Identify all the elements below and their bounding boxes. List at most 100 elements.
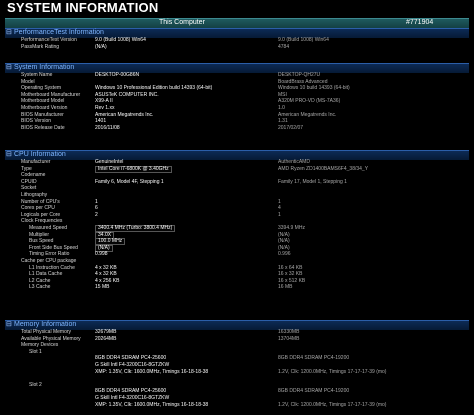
- info-row: System Name DESKTOP-00G86N DESKTOP-QH27U: [5, 72, 469, 79]
- section-pt: ⊟ PerformanceTest Information PerformanceT…: [5, 28, 469, 50]
- row-label: Timing Error Ratio: [29, 251, 70, 258]
- row-label: Bus Speed: [29, 238, 54, 245]
- row-label: Codename: [21, 172, 46, 179]
- value-baseline: 16 MB: [278, 284, 293, 291]
- row-label: Slot 1: [29, 348, 42, 355]
- section-header-cpu[interactable]: ⊟ CPU Information: [5, 150, 469, 160]
- row-label: Slot 2: [29, 381, 42, 388]
- value-baseline: American Megatrends Inc.: [278, 111, 337, 118]
- value-baseline: 16 x 512 KB: [278, 277, 306, 284]
- section-header-sys[interactable]: ⊟ System Information: [5, 63, 469, 73]
- info-row: Measured Speed 3400.4 MHz (Turbo: 3800.4 …: [5, 224, 469, 232]
- row-label: Front Side Bus Speed: [29, 244, 78, 251]
- section-mem: ⊟ Memory Information Total Physical Memory…: [5, 320, 469, 415]
- value-baseline: AMD Ryzen ZD1400BAMS6F4_38/34_Y: [278, 165, 369, 172]
- info-row: Clock Frequencies: [5, 218, 469, 225]
- value-this-computer: 4 x 32 KB: [95, 271, 117, 278]
- value-baseline: MSI: [278, 91, 287, 98]
- row-label: Clock Frequencies: [21, 218, 63, 225]
- collapse-toggle-icon[interactable]: ⊟: [6, 320, 12, 329]
- value-baseline: DESKTOP-QH27U: [278, 72, 321, 78]
- section-header-mem[interactable]: ⊟ Memory Information: [5, 320, 469, 330]
- info-row: 8GB DDR4 SDRAM PC4-25600 8GB DDR4 SDRAM P…: [5, 388, 469, 395]
- info-row: Available Physical Memory 20264MB 13704MB: [5, 336, 469, 343]
- info-row: Lithography: [5, 192, 469, 199]
- collapse-toggle-icon[interactable]: ⊟: [6, 63, 12, 72]
- value-baseline: 16 x 64 KB: [278, 264, 303, 271]
- info-row: G Skill Intl F4-3200C16-8GTZKW: [5, 362, 469, 369]
- value-baseline: 8GB DDR4 SDRAM PC4-19200: [278, 388, 350, 395]
- row-label: Memory Devices: [21, 342, 59, 349]
- row-label: L1 Instruction Cache: [29, 264, 75, 271]
- collapse-toggle-icon[interactable]: ⊟: [6, 28, 12, 37]
- row-label: Type: [21, 165, 32, 172]
- value-this-computer: 0.998: [95, 251, 108, 258]
- row-label: Multiplier: [29, 231, 50, 238]
- section-header-pt[interactable]: ⊟ PerformanceTest Information: [5, 28, 469, 38]
- row-label: Number of CPU's: [21, 198, 60, 205]
- row-label: Logicals per Core: [21, 211, 61, 218]
- info-row: PerformanceTest Version 9.0 (Build 1008) …: [5, 37, 469, 44]
- value-baseline: 8GB DDR4 SDRAM PC4-19200: [278, 355, 350, 362]
- value-baseline: 1: [278, 211, 281, 218]
- value-baseline: Windows 10 build 14393 (64-bit): [278, 85, 350, 92]
- column-header-baseline-id: #771904: [406, 19, 434, 26]
- value-baseline: AuthenticAMD: [278, 159, 310, 165]
- info-row: Model BoardBrass Advanced: [5, 79, 469, 86]
- value-this-computer: 1401: [95, 118, 107, 125]
- info-row: Number of CPU's 1 1: [5, 199, 469, 206]
- info-row: Motherboard Version Rev 1.xx 1.0: [5, 105, 469, 112]
- value-this-computer: DESKTOP-00G86N: [95, 72, 140, 78]
- info-row: Motherboard Manufacturer ASUSTeK COMPUTER…: [5, 92, 469, 99]
- value-this-computer: 8GB DDR4 SDRAM PC4-25600: [95, 388, 167, 395]
- value-baseline: 4: [278, 205, 281, 212]
- info-row: [5, 408, 469, 415]
- info-row: Slot 2: [5, 382, 469, 389]
- value-this-computer: American Megatrends Inc.: [95, 111, 154, 118]
- value-baseline: 9.0 (Build 1008) Win64: [278, 37, 329, 43]
- info-row: BIOS Manufacturer American Megatrends Inc…: [5, 112, 469, 119]
- info-row: Motherboard Model X99-A II A320M PRO-VD (M…: [5, 98, 469, 105]
- value-this-computer: 8GB DDR4 SDRAM PC4-25600: [95, 355, 167, 362]
- info-row: XMP: 1.35V, Clk: 1600.0MHz, Timings 16-1…: [5, 402, 469, 409]
- section-title: PerformanceTest Information: [14, 29, 104, 36]
- info-row: Cache per CPU package: [5, 258, 469, 265]
- value-baseline: 0.996: [278, 251, 291, 258]
- info-row: L3 Cache 15 MB 16 MB: [5, 284, 469, 291]
- info-row: XMP: 1.35V, Clk: 1600.0MHz, Timings 16-1…: [5, 369, 469, 376]
- info-row: Memory Devices: [5, 342, 469, 349]
- info-row: Manufacturer GenuineIntel AuthenticAMD: [5, 159, 469, 166]
- value-this-computer: ASUSTeK COMPUTER INC.: [95, 91, 159, 98]
- row-label: Available Physical Memory: [21, 335, 81, 342]
- value-baseline: 13704MB: [278, 335, 300, 342]
- info-row: CPUID Family 6, Model 4F, Stepping 1 Famil…: [5, 179, 469, 186]
- value-this-computer: 32679MB: [95, 329, 117, 335]
- value-this-computer: 4 x 32 KB: [95, 264, 117, 271]
- value-this-computer: 4 x 256 KB: [95, 277, 120, 284]
- value-this-computer: X99-A II: [95, 98, 113, 105]
- info-row: Bus Speed 100.0 MHz (N/A): [5, 238, 469, 246]
- info-row: Timing Error Ratio 0.998 0.996: [5, 251, 469, 258]
- row-label: Operating System: [21, 85, 62, 92]
- row-label: PassMark Rating: [21, 43, 60, 50]
- value-baseline: 2017/02/07: [278, 124, 304, 131]
- info-row: Operating System Windows 10 Professional …: [5, 85, 469, 92]
- info-row: PassMark Rating (N/A) 4784: [5, 44, 469, 51]
- info-row: BIOS Release Date 2016/11/08 2017/02/07: [5, 125, 469, 132]
- info-row: L1 Instruction Cache 4 x 32 KB 16 x 64 KB: [5, 265, 469, 272]
- value-this-computer: 6: [95, 205, 98, 212]
- info-row: Front Side Bus Speed (N/A) (N/A): [5, 244, 469, 252]
- value-baseline: 1.31: [278, 118, 288, 125]
- info-row: Slot 1: [5, 349, 469, 356]
- info-row: Type Intel Core i7-6800K @ 3.40GHz AMD Ryz…: [5, 165, 469, 173]
- value-baseline: (N/A): [278, 231, 290, 238]
- info-row: Cores per CPU 6 4: [5, 205, 469, 212]
- column-header-this-computer: This Computer: [159, 19, 205, 26]
- value-this-computer: G Skill Intl F4-3200C16-8GTZKW: [95, 361, 170, 368]
- row-label: BIOS Manufacturer: [21, 111, 64, 118]
- value-this-computer: G Skill Intl F4-3200C16-8GTZKW: [95, 394, 170, 401]
- row-label: Model: [21, 78, 35, 85]
- value-baseline: Family 17, Model 1, Stepping 1: [278, 178, 347, 185]
- collapse-toggle-icon[interactable]: ⊟: [6, 150, 12, 159]
- value-this-computer: (N/A): [95, 43, 107, 50]
